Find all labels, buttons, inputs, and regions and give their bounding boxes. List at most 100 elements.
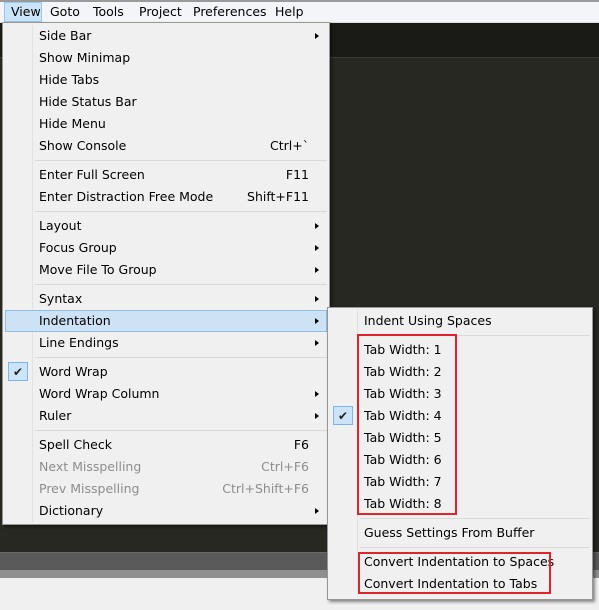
shortcut-label: Ctrl+` [270,138,309,153]
menu-item-label: Move File To Group [39,262,157,277]
menu-item-word-wrap-column[interactable]: Word Wrap Column [5,383,327,405]
shortcut-label: F11 [285,167,309,182]
menu-item-label: Convert Indentation to Spaces [364,554,555,569]
menu-item-label: Show Minimap [39,50,131,65]
menu-project[interactable]: Project [133,2,188,22]
menu-item-label: Word Wrap [39,364,108,379]
menu-item-label: Word Wrap Column [39,386,160,401]
menu-separator [360,547,590,548]
menu-item-distraction-free[interactable]: Enter Distraction Free Mode Shift+F11 [5,186,327,208]
submenu-arrow-icon [315,391,319,397]
menu-item-indent-using-spaces[interactable]: Indent Using Spaces [330,310,590,332]
menu-tools[interactable]: Tools [87,2,130,22]
menu-item-show-minimap[interactable]: Show Minimap [5,47,327,69]
submenu-arrow-icon [315,267,319,273]
menu-item-hide-tabs[interactable]: Hide Tabs [5,69,327,91]
menu-bar: View Goto Tools Project Preferences Help [0,2,599,23]
menu-item-label: Enter Full Screen [39,167,145,182]
submenu-arrow-icon [315,340,319,346]
menu-item-show-console[interactable]: Show Console Ctrl+` [5,135,327,157]
checkmark-icon: ✔ [333,406,353,425]
menu-item-label: Guess Settings From Buffer [364,525,535,540]
menu-item-enter-full-screen[interactable]: Enter Full Screen F11 [5,164,327,186]
menu-item-tab-width-8[interactable]: Tab Width: 8 [330,493,590,515]
menu-item-tab-width-5[interactable]: Tab Width: 5 [330,427,590,449]
submenu-arrow-icon [315,318,319,324]
menu-item-tab-width-1[interactable]: Tab Width: 1 [330,339,590,361]
menu-item-tab-width-3[interactable]: Tab Width: 3 [330,383,590,405]
menu-item-label: Tab Width: 5 [364,430,442,445]
menu-item-label: Ruler [39,408,72,423]
menu-item-label: Line Endings [39,335,119,350]
submenu-arrow-icon [315,223,319,229]
menu-item-label: Tab Width: 4 [364,408,442,423]
submenu-arrow-icon [315,245,319,251]
menu-preferences[interactable]: Preferences [187,2,273,22]
menu-item-label: Hide Menu [39,116,106,131]
menu-item-label: Focus Group [39,240,117,255]
shortcut-label: Ctrl+F6 [261,459,309,474]
menu-separator [360,518,590,519]
menu-item-label: Hide Tabs [39,72,100,87]
menu-item-label: Spell Check [39,437,112,452]
menu-help[interactable]: Help [269,2,310,22]
menu-separator [35,284,327,285]
menu-item-label: Tab Width: 7 [364,474,442,489]
menu-item-prev-misspelling: Prev Misspelling Ctrl+Shift+F6 [5,478,327,500]
menu-item-label: Tab Width: 6 [364,452,442,467]
submenu-arrow-icon [315,296,319,302]
menu-item-word-wrap[interactable]: ✔ Word Wrap [5,361,327,383]
menu-item-label: Tab Width: 2 [364,364,442,379]
menu-item-side-bar[interactable]: Side Bar [5,25,327,47]
checkmark-icon: ✔ [8,362,28,381]
shortcut-label: Ctrl+Shift+F6 [222,481,309,496]
menu-item-label: Tab Width: 3 [364,386,442,401]
menu-separator [35,430,327,431]
menu-separator [35,357,327,358]
menu-separator [360,335,590,336]
menu-item-guess-settings[interactable]: Guess Settings From Buffer [330,522,590,544]
menu-item-label: Convert Indentation to Tabs [364,576,538,591]
menu-item-hide-status-bar[interactable]: Hide Status Bar [5,91,327,113]
menu-item-tab-width-7[interactable]: Tab Width: 7 [330,471,590,493]
menu-item-label: Hide Status Bar [39,94,137,109]
menu-item-label: Enter Distraction Free Mode [39,189,214,204]
menu-item-tab-width-6[interactable]: Tab Width: 6 [330,449,590,471]
menu-item-move-file-to-group[interactable]: Move File To Group [5,259,327,281]
menu-item-label: Show Console [39,138,127,153]
menu-item-label: Dictionary [39,503,104,518]
submenu-arrow-icon [315,33,319,39]
submenu-arrow-icon [315,508,319,514]
menu-item-label: Next Misspelling [39,459,142,474]
menu-item-layout[interactable]: Layout [5,215,327,237]
menu-item-convert-to-tabs[interactable]: Convert Indentation to Tabs [330,573,590,595]
indentation-submenu: Indent Using Spaces Tab Width: 1 Tab Wid… [327,307,593,600]
view-menu: Side Bar Show Minimap Hide Tabs Hide Sta… [2,22,330,525]
menu-item-dictionary[interactable]: Dictionary [5,500,327,522]
menu-view[interactable]: View [4,2,42,22]
menu-item-label: Side Bar [39,28,92,43]
menu-item-focus-group[interactable]: Focus Group [5,237,327,259]
menu-item-label: Indent Using Spaces [364,313,492,328]
menu-separator [35,211,327,212]
shortcut-label: F6 [293,437,309,452]
menu-item-indentation[interactable]: Indentation [5,310,327,332]
menu-item-tab-width-4[interactable]: ✔ Tab Width: 4 [330,405,590,427]
menu-item-label: Prev Misspelling [39,481,140,496]
menu-item-label: Tab Width: 1 [364,342,442,357]
menu-item-label: Layout [39,218,82,233]
shortcut-label: Shift+F11 [247,189,309,204]
menu-item-hide-menu[interactable]: Hide Menu [5,113,327,135]
menu-item-convert-to-spaces[interactable]: Convert Indentation to Spaces [330,551,590,573]
menu-item-tab-width-2[interactable]: Tab Width: 2 [330,361,590,383]
menu-goto[interactable]: Goto [44,2,86,22]
menu-item-label: Syntax [39,291,83,306]
menu-item-label: Indentation [39,313,111,328]
menu-item-syntax[interactable]: Syntax [5,288,327,310]
menu-item-ruler[interactable]: Ruler [5,405,327,427]
menu-item-next-misspelling: Next Misspelling Ctrl+F6 [5,456,327,478]
submenu-arrow-icon [315,413,319,419]
menu-item-spell-check[interactable]: Spell Check F6 [5,434,327,456]
menu-item-line-endings[interactable]: Line Endings [5,332,327,354]
menu-item-label: Tab Width: 8 [364,496,442,511]
